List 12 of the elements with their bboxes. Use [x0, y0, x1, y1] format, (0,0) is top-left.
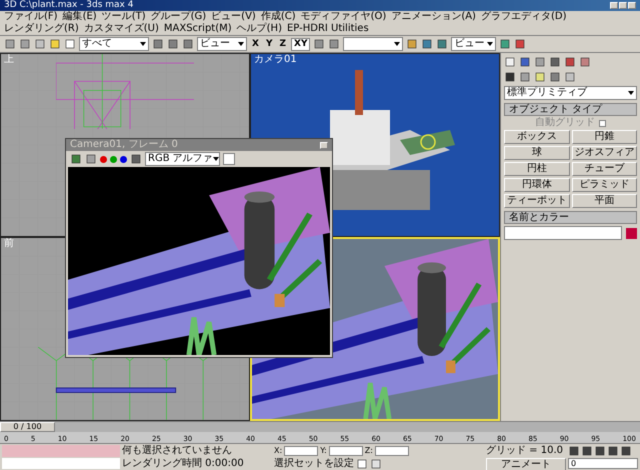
grid-size: グリッド = 10.0 — [486, 445, 564, 457]
coordinate-label: Y: — [320, 445, 327, 457]
coordinate-label: Z: — [364, 445, 373, 457]
window-title: 3D C:\plant.max - 3ds max 4 — [4, 1, 134, 10]
render-window-title: Camera01, フレーム 0 — [70, 140, 178, 150]
key-mode-label: 選択セットを設定 — [274, 459, 354, 469]
render-time: レンダリング時間 0:00:00 — [122, 458, 245, 470]
option-label: 自動グリッド — [535, 118, 595, 128]
status-prompt: 何も選択されていません — [122, 445, 233, 457]
rollout-title: 名前とカラー — [509, 212, 569, 222]
rollout-title: オブジェクト タイプ — [509, 104, 602, 114]
coordinate-label: X: — [274, 445, 282, 457]
